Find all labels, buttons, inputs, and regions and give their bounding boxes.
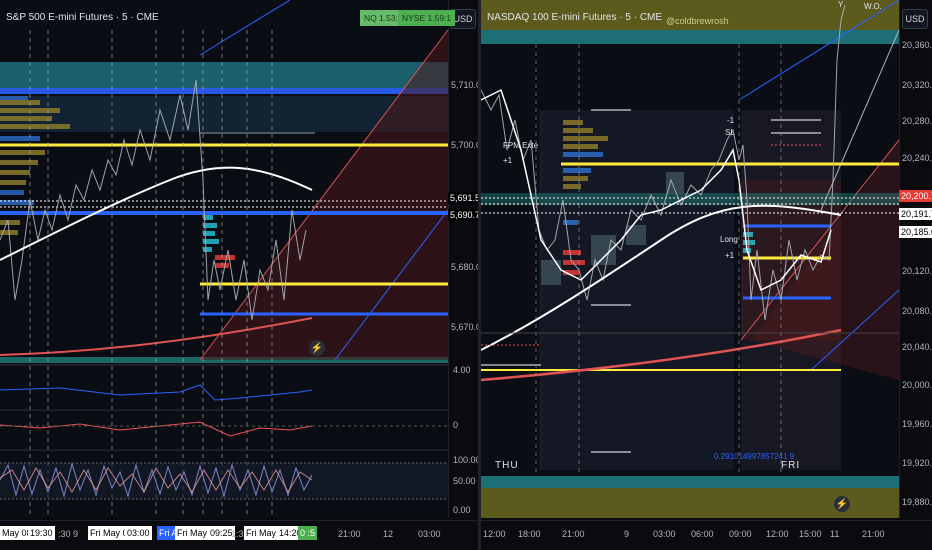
right-price-label-mid: 20,191.75 [899, 208, 932, 220]
right-time-axis[interactable]: 12:00 18:00 21:00 9 03:00 06:00 09:00 12… [481, 520, 932, 550]
price-tick: 20,360.00 [902, 40, 932, 50]
price-tick: 20,320.00 [902, 80, 932, 90]
right-price-axis[interactable]: 20,360.00 20,320.00 20,280.00 20,240.00 … [899, 0, 932, 518]
left-time-axis[interactable]: May 08 19:30 :30 9 Fri May 09 03:00 Fri … [0, 520, 478, 550]
left-chart-title[interactable]: S&P 500 E-mini Futures · 5 · CME [6, 12, 159, 23]
indicator-tick: 0 [453, 420, 459, 430]
time-tick: 03:00 [653, 529, 676, 539]
right-lightning-icon[interactable]: ⚡ [834, 496, 850, 512]
nyse-ratio-badge: NYSE 1.59:1 [398, 10, 456, 26]
price-tick: 5,710.00 [451, 80, 478, 90]
time-tick: 18:00 [518, 529, 541, 539]
plus1b-label: +1 [503, 156, 513, 165]
right-price-label-top: 20,200.75 [899, 190, 932, 202]
fpm-label: FPM Exte [503, 141, 539, 150]
time-tick: 06:00 [691, 529, 714, 539]
day-label-fri: FRI [781, 460, 801, 471]
plus1-label: +1 [725, 251, 735, 260]
indicator-tick: 100.00 [453, 455, 478, 465]
price-tick: 19,880.00 [902, 497, 932, 507]
price-tick: 20,040.00 [902, 342, 932, 352]
right-price-label-low: 20,185.00 [899, 226, 932, 238]
minus1-label: -1 [727, 116, 735, 125]
time-tick: 09:00 [729, 529, 752, 539]
time-tick: 03:00 [418, 529, 441, 539]
right-chart-panel[interactable]: NASDAQ 100 E-mini Futures · 5 · CME @col… [481, 0, 932, 550]
price-tick: 20,280.00 [902, 116, 932, 126]
long-label: Long [720, 235, 738, 244]
watermark: @coldbrewrosh [666, 16, 729, 26]
indicator-tick: 50.00 [453, 476, 476, 486]
sl-label: SL [725, 128, 735, 137]
time-tick: :30 [58, 529, 71, 539]
indicator-tick: 0.00 [453, 505, 471, 515]
left-price-label-upper: 5,691.50 [448, 192, 478, 204]
wo-label: W.O. [864, 2, 882, 11]
time-tick: 9 [624, 529, 630, 539]
time-tick: 21:00 [862, 529, 885, 539]
price-tick: 5,680.00 [451, 262, 478, 272]
time-label-box: 03:00 [125, 526, 152, 540]
right-chart-canvas[interactable] [481, 0, 932, 550]
price-tick: 19,920.00 [902, 458, 932, 468]
time-tick: 11 [830, 529, 840, 539]
price-tick: 20,240.00 [902, 153, 932, 163]
time-tick: 15:00 [799, 529, 822, 539]
time-tick: 12:00 [766, 529, 789, 539]
price-tick: 20,000.00 [902, 380, 932, 390]
time-tick: 21:00 [562, 529, 585, 539]
price-tick: 5,700.00 [451, 140, 478, 150]
left-chart-canvas[interactable] [0, 0, 478, 550]
left-lightning-icon[interactable]: ⚡ [309, 340, 325, 356]
time-tick: 21:00 [338, 529, 361, 539]
price-tick: 20,080.00 [902, 306, 932, 316]
time-label-box: 19:30 [28, 526, 55, 540]
price-tick: 19,960.00 [902, 419, 932, 429]
price-tick: 5,670.00 [451, 322, 478, 332]
time-tick: 12:00 [483, 529, 506, 539]
right-currency-button[interactable]: USD [902, 9, 928, 29]
left-chart-panel[interactable]: S&P 500 E-mini Futures · 5 · CME NQ 1.53… [0, 0, 478, 550]
top-y-label: Y [838, 0, 844, 9]
time-tick: 12 [383, 529, 394, 539]
time-tick: 9 [73, 529, 79, 539]
left-price-label-lower: 5,690.75 [448, 209, 478, 221]
left-price-axis[interactable]: 5,710.00 5,700.00 5,680.00 5,670.00 4.00… [448, 0, 478, 518]
right-chart-title[interactable]: NASDAQ 100 E-mini Futures · 5 · CME [487, 12, 662, 23]
indicator-tick: 4.00 [453, 365, 471, 375]
time-label-box-green: 0 :5 [298, 526, 318, 540]
price-tick: 20,120.00 [902, 266, 932, 276]
panel-divider[interactable] [478, 0, 481, 550]
day-label-thu: THU [495, 460, 519, 471]
